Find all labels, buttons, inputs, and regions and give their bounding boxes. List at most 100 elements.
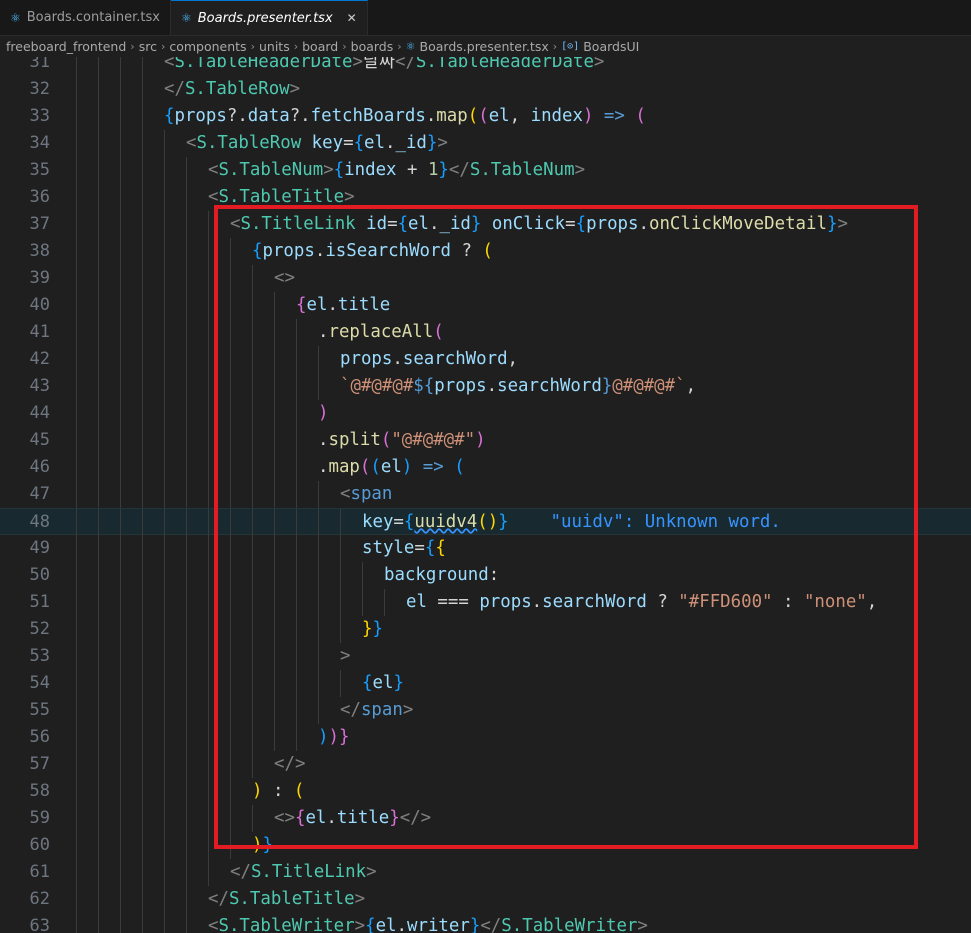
indent-guide	[142, 751, 143, 778]
breadcrumb-item-components[interactable]: components	[169, 39, 246, 54]
code-token: {	[333, 160, 345, 180]
code-line[interactable]: 45 .split("@#@#@#")	[0, 427, 971, 454]
code-text: <S.TableNum>{index + 1}</S.TableNum>	[208, 157, 585, 184]
code-text: </S.TitleLink>	[230, 859, 377, 886]
breadcrumb-item-units[interactable]: units	[259, 39, 290, 54]
code-token: )	[582, 106, 594, 126]
indent-guide	[274, 616, 275, 643]
code-token: S.TitleLink	[240, 214, 356, 234]
code-line[interactable]: 63 <S.TableWriter>{el.writer}</S.TableWri…	[0, 913, 971, 933]
code-line[interactable]: 53 >	[0, 643, 971, 670]
code-line[interactable]: 32 </S.TableRow>	[0, 76, 971, 103]
tab-boards-container-tsx[interactable]: ⚛ Boards.container.tsx	[0, 0, 171, 35]
code-line[interactable]: 43 `@#@#@#${props.searchWord}@#@#@#`,	[0, 373, 971, 400]
indent-guide	[230, 238, 231, 265]
code-line[interactable]: 37 <S.TitleLink id={el._id} onClick={prop…	[0, 211, 971, 238]
indent-guide	[208, 751, 209, 778]
code-token: ?.	[289, 106, 311, 126]
indent-guide	[362, 562, 363, 589]
code-line[interactable]: 55 </span>	[0, 697, 971, 724]
code-line[interactable]: 47 <span	[0, 481, 971, 508]
code-token: map	[328, 457, 360, 477]
indent-guide	[340, 562, 341, 589]
indent-guide	[98, 454, 99, 481]
code-line[interactable]: 54 {el}	[0, 670, 971, 697]
code-line[interactable]: 51 el === props.searchWord ? "#FFD600" : …	[0, 589, 971, 616]
breadcrumb-item-boards[interactable]: boards	[351, 39, 394, 54]
code-line[interactable]: 31 <S.TableHeaderDate>날짜</S.TableHeaderDa…	[0, 57, 971, 76]
code-line[interactable]: 50 background:	[0, 562, 971, 589]
code-line[interactable]: 42 props.searchWord,	[0, 346, 971, 373]
indent-guide	[76, 211, 77, 238]
code-text: <S.TableTitle>	[208, 184, 355, 211]
breadcrumb-item-freeboard_frontend[interactable]: freeboard_frontend	[6, 39, 126, 54]
indent-guide	[208, 211, 209, 238]
code-line[interactable]: 44)	[0, 400, 971, 427]
code-token: S.TableHeaderDate	[415, 57, 594, 72]
breadcrumb-item-src[interactable]: src	[139, 39, 157, 54]
indent-guide	[230, 509, 231, 536]
code-line[interactable]: 33 {props?.data?.fetchBoards.map((el, ind…	[0, 103, 971, 130]
code-line[interactable]: 59 <>{el.title}</>	[0, 805, 971, 832]
indent-guide	[76, 643, 77, 670]
code-token: =	[387, 214, 398, 234]
code-line[interactable]: 49 style={{	[0, 535, 971, 562]
code-line[interactable]: 36 <S.TableTitle>	[0, 184, 971, 211]
code-token: }	[601, 376, 613, 396]
code-token: onClickMoveDetail	[648, 214, 827, 234]
indent-guide	[230, 373, 231, 400]
indent-guide	[186, 346, 187, 373]
code-line[interactable]: 57 </>	[0, 751, 971, 778]
line-number: 53	[29, 646, 50, 666]
code-token: title	[336, 808, 390, 828]
line-number: 38	[29, 241, 50, 261]
code-line[interactable]: 48 key={uuidv4()} "uuidv": Unknown word.	[0, 508, 971, 536]
indent-guide	[120, 481, 121, 508]
code-token: .	[318, 430, 329, 450]
indent-guide	[142, 76, 143, 103]
indent-guide	[318, 616, 319, 643]
close-icon[interactable]: ✕	[347, 11, 357, 25]
code-line[interactable]: 38 {props.isSearchWord ? (	[0, 238, 971, 265]
indent-guide	[120, 535, 121, 562]
code-token: {	[353, 133, 365, 153]
code-token: background	[384, 565, 489, 585]
code-token: >	[289, 79, 301, 99]
code-line[interactable]: 62 </S.TableTitle>	[0, 886, 971, 913]
tab-boards-presenter-tsx[interactable]: ⚛ Boards.presenter.tsx ✕	[170, 0, 368, 35]
code-line[interactable]: 34 <S.TableRow key={el._id}>	[0, 130, 971, 157]
indent-guide	[252, 589, 253, 616]
indent-guide	[76, 292, 77, 319]
indent-guide	[164, 589, 165, 616]
code-token: S.TitleLink	[250, 862, 367, 882]
breadcrumb-item-board[interactable]: board	[302, 39, 338, 54]
code-token: (	[454, 457, 465, 477]
indent-guide	[274, 346, 275, 373]
code-line[interactable]: 35 <S.TableNum>{index + 1}</S.TableNum>	[0, 157, 971, 184]
code-text: `@#@#@#${props.searchWord}@#@#@#`,	[340, 373, 696, 400]
code-text: <>{el.title}</>	[274, 805, 431, 832]
code-line[interactable]: 56))}	[0, 724, 971, 751]
indent-guide	[186, 454, 187, 481]
code-line[interactable]: 52}}	[0, 616, 971, 643]
code-token: {	[397, 214, 409, 234]
code-token: ===	[426, 592, 480, 612]
indent-guide	[120, 400, 121, 427]
breadcrumb-symbol[interactable]: BoardsUI	[583, 39, 639, 54]
code-line[interactable]: 61 </S.TitleLink>	[0, 859, 971, 886]
code-editor[interactable]: 63 <S.TableWriter>{el.writer}</S.TableWri…	[0, 57, 971, 933]
indent-guide	[164, 670, 165, 697]
editor-tab-bar: ⚛ Boards.container.tsx ⚛ Boards.presenter.t…	[0, 0, 971, 36]
line-number: 52	[29, 619, 50, 639]
line-number: 55	[29, 700, 50, 720]
code-line[interactable]: 41 .replaceAll(	[0, 319, 971, 346]
code-line[interactable]: 39 <>	[0, 265, 971, 292]
code-line[interactable]: 58) : (	[0, 778, 971, 805]
code-token: props	[434, 376, 487, 396]
indent-guide	[120, 832, 121, 859]
code-line[interactable]: 60)}	[0, 832, 971, 859]
code-line[interactable]: 40 {el.title	[0, 292, 971, 319]
code-token: .	[318, 322, 329, 342]
code-line[interactable]: 46 .map((el) => (	[0, 454, 971, 481]
breadcrumb-file[interactable]: Boards.presenter.tsx	[420, 39, 549, 54]
